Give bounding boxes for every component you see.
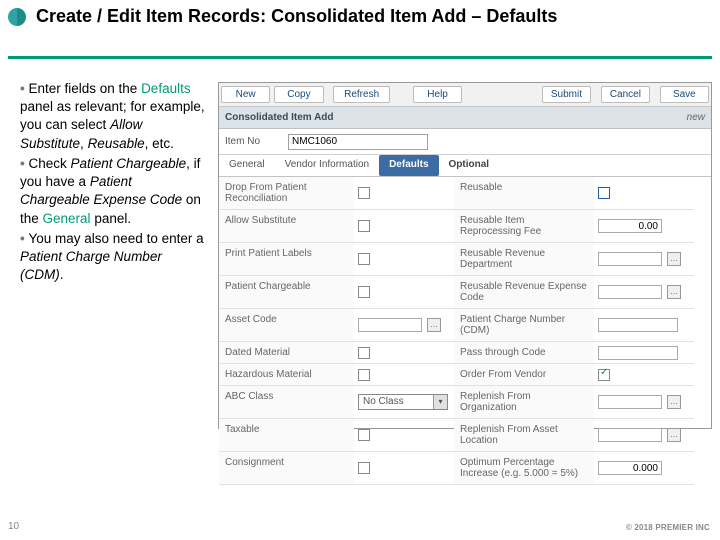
field-label: Drop From Patient Reconciliation <box>219 177 354 210</box>
numeric-input[interactable] <box>598 219 662 233</box>
lookup-button[interactable]: … <box>667 428 681 442</box>
tab-defaults[interactable]: Defaults <box>379 155 438 176</box>
field-label: Replenish From Organization <box>454 386 594 419</box>
cancel-button[interactable]: Cancel <box>601 86 650 103</box>
lookup-button[interactable]: … <box>427 318 441 332</box>
checkbox[interactable] <box>358 253 370 265</box>
page-number: 10 <box>8 521 19 532</box>
field-label: Consignment <box>219 452 354 485</box>
dropdown[interactable]: No Class▾ <box>358 394 448 410</box>
item-no-input[interactable] <box>288 134 428 150</box>
field-label: Reusable <box>454 177 594 210</box>
field-label: Pass through Code <box>454 342 594 364</box>
checkbox[interactable] <box>358 220 370 232</box>
item-no-row: Item No <box>219 129 711 155</box>
checkbox[interactable] <box>358 347 370 359</box>
text-input[interactable] <box>598 346 678 360</box>
logo-icon <box>8 8 26 26</box>
field-label: Dated Material <box>219 342 354 364</box>
panel-title: Consolidated Item Add <box>225 112 334 123</box>
panel-state: new <box>687 112 705 123</box>
checkbox[interactable] <box>358 286 370 298</box>
app-screenshot: NewCopy Refresh Help Submit Cancel Save Conso… <box>218 82 712 429</box>
lookup-button[interactable]: … <box>667 285 681 299</box>
item-no-label: Item No <box>225 136 260 147</box>
footer-copyright: © 2018 PREMIER INC <box>626 523 710 532</box>
page-title: Create / Edit Item Records: Consolidated… <box>36 6 557 27</box>
divider <box>8 56 712 59</box>
panel-header: Consolidated Item Add new <box>219 107 711 129</box>
checkbox[interactable] <box>358 429 370 441</box>
field-label: Order From Vendor <box>454 364 594 386</box>
field-label: Asset Code <box>219 309 354 342</box>
new-button[interactable]: New <box>221 86 270 103</box>
help-button[interactable]: Help <box>413 86 462 103</box>
field-label: Reusable Item Reprocessing Fee <box>454 210 594 243</box>
bullet-item: • Enter fields on the Defaults panel as … <box>20 80 205 153</box>
field-label: Taxable <box>219 419 354 452</box>
tab-optional[interactable]: Optional <box>439 155 500 176</box>
submit-button[interactable]: Submit <box>542 86 591 103</box>
field-label: Reusable Revenue Expense Code <box>454 276 594 309</box>
tab-vendor-information[interactable]: Vendor Information <box>275 155 380 176</box>
text-input[interactable] <box>598 318 678 332</box>
field-label: Patient Charge Number (CDM) <box>454 309 594 342</box>
toolbar: NewCopy Refresh Help Submit Cancel Save <box>219 83 711 107</box>
field-label: Hazardous Material <box>219 364 354 386</box>
field-label: Print Patient Labels <box>219 243 354 276</box>
field-label: Patient Chargeable <box>219 276 354 309</box>
numeric-input[interactable] <box>598 461 662 475</box>
tab-strip: GeneralVendor InformationDefaultsOptiona… <box>219 155 711 177</box>
bullet-list: • Enter fields on the Defaults panel as … <box>20 80 205 286</box>
lookup-button[interactable]: … <box>667 252 681 266</box>
bullet-item: • Check Patient Chargeable, if you have … <box>20 155 205 228</box>
copy-button[interactable]: Copy <box>274 86 323 103</box>
field-label: Allow Substitute <box>219 210 354 243</box>
field-label: Replenish From Asset Location <box>454 419 594 452</box>
checkbox[interactable] <box>598 369 610 381</box>
checkbox[interactable] <box>358 462 370 474</box>
field-label: Optimum Percentage Increase (e.g. 5.000 … <box>454 452 594 485</box>
tab-general[interactable]: General <box>219 155 275 176</box>
field-label: ABC Class <box>219 386 354 419</box>
save-button[interactable]: Save <box>660 86 709 103</box>
field-label: Reusable Revenue Department <box>454 243 594 276</box>
defaults-grid: Drop From Patient Reconciliation Reusable… <box>219 177 711 485</box>
bullet-item: • You may also need to enter a Patient C… <box>20 230 205 285</box>
refresh-button[interactable]: Refresh <box>333 86 390 103</box>
checkbox[interactable] <box>358 187 370 199</box>
checkbox[interactable] <box>358 369 370 381</box>
checkbox[interactable] <box>598 187 610 199</box>
lookup-button[interactable]: … <box>667 395 681 409</box>
